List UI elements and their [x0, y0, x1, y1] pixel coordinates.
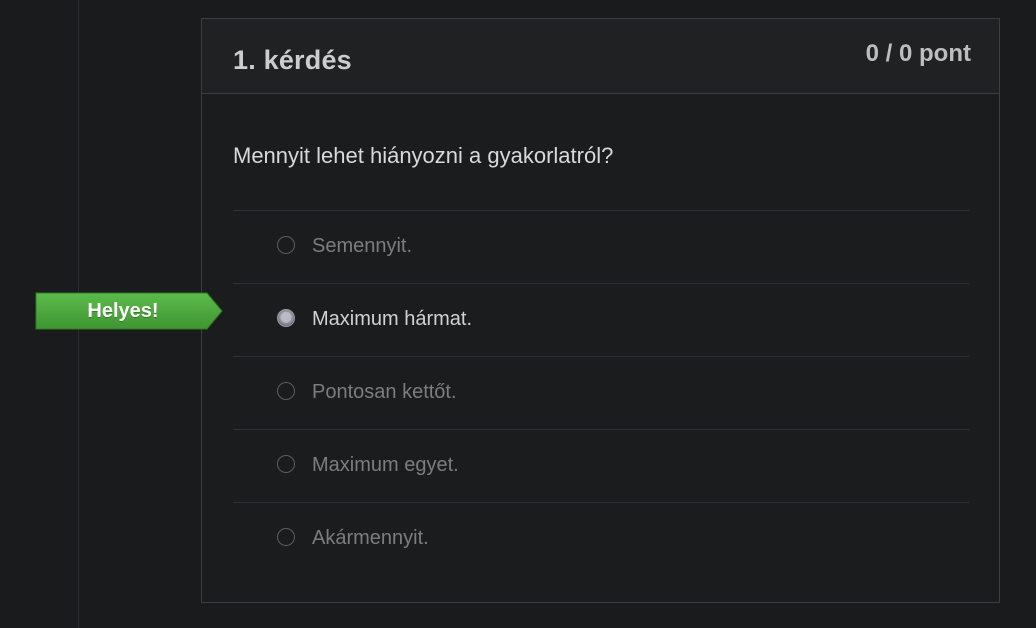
question-card-header: 1. kérdés 0 / 0 pont	[202, 19, 999, 94]
answer-option[interactable]: Maximum egyet.	[233, 429, 969, 502]
question-card: 1. kérdés 0 / 0 pont Mennyit lehet hiány…	[201, 18, 1000, 603]
answer-label: Pontosan kettőt.	[312, 381, 457, 403]
answer-option[interactable]: Akármennyit.	[233, 502, 969, 575]
points-score: 0 / 0 pont	[865, 40, 971, 67]
answer-option[interactable]: Semennyit.	[233, 210, 969, 283]
feedback-label: Helyes!	[87, 300, 159, 322]
radio-button-selected[interactable]	[277, 309, 295, 327]
question-title: 1. kérdés	[233, 45, 352, 75]
answer-option[interactable]: Maximum hármat.	[233, 283, 969, 356]
answer-list: Semennyit. Maximum hármat. Pontosan kett…	[233, 210, 969, 575]
radio-button[interactable]	[277, 528, 295, 546]
radio-button[interactable]	[277, 236, 295, 254]
answer-label: Semennyit.	[312, 235, 413, 257]
question-text: Mennyit lehet hiányozni a gyakorlatról?	[233, 143, 614, 168]
radio-button[interactable]	[277, 382, 295, 400]
radio-button[interactable]	[277, 455, 295, 473]
correct-feedback-badge: Helyes!	[35, 292, 223, 330]
answer-option[interactable]: Pontosan kettőt.	[233, 356, 969, 429]
answer-label: Akármennyit.	[312, 527, 429, 549]
answer-label: Maximum egyet.	[312, 454, 459, 476]
answer-label: Maximum hármat.	[312, 308, 473, 330]
